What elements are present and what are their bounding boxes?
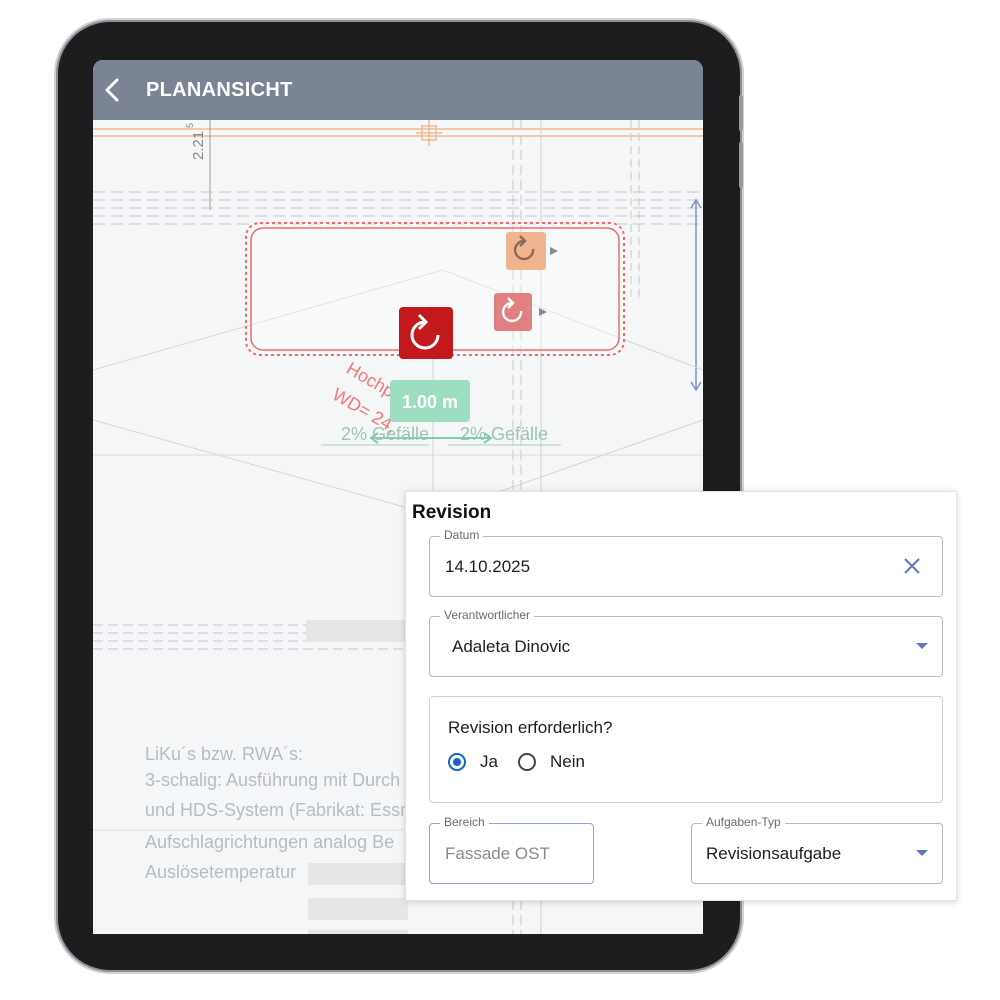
volume-down-button [739,142,743,188]
revision-marker-active[interactable] [399,307,453,359]
verantwortlicher-value: Adaleta Dinovic [452,637,571,656]
bereich-label: Bereich [440,815,489,829]
chevron-left-icon[interactable] [97,74,129,106]
datum-value: 14.10.2025 [445,557,531,576]
datum-label: Datum [440,528,484,542]
radio-unselected-icon[interactable] [518,753,536,771]
radio-nein-label: Nein [550,752,585,771]
dimension-superscript: 5 [185,123,195,128]
chevron-down-icon[interactable] [916,850,928,856]
volume-up-button [739,95,743,131]
measurement-badge[interactable]: 1.00 m [390,380,470,422]
plan-note-4: Aufschlagrichtungen analog Be [145,832,394,852]
slope-label-left: 2% Gefälle [341,424,429,444]
plan-note-2: 3-schalig: Ausführung mit Durch [145,770,400,790]
app-bar: PLANANSICHT [93,60,703,120]
plan-note-5: Auslösetemperatur [145,862,296,882]
verantwortlicher-label: Verantwortlicher [440,608,535,622]
aufgaben-typ-value: Revisionsaufgabe [706,844,842,863]
revision-required-group: Revision erforderlich? Ja Nein [429,696,943,803]
chevron-down-icon[interactable] [916,643,928,649]
radio-selected-icon[interactable] [448,753,466,771]
radio-ja-label: Ja [480,752,498,771]
datum-field[interactable]: Datum 14.10.2025 [429,528,943,597]
measurement-value: 1.00 m [402,392,458,412]
verantwortlicher-select[interactable]: Verantwortlicher Adaleta Dinovic [429,608,943,677]
dimension-label: 2.21 [190,131,207,160]
aufgaben-typ-select[interactable]: Aufgaben-Typ Revisionsaufgabe [691,815,943,884]
plan-note-1: LiKu´s bzw. RWA´s: [145,744,303,764]
radio-nein[interactable]: Nein [518,752,585,772]
slope-label-right: 2% Gefälle [460,424,548,444]
page-title: PLANANSICHT [146,79,293,101]
panel-title: Revision [412,502,492,523]
bereich-placeholder: Fassade OST [445,844,550,863]
bereich-field[interactable]: Bereich Fassade OST [429,815,594,884]
revision-required-question: Revision erforderlich? [448,718,613,737]
radio-ja[interactable]: Ja [448,752,498,772]
plan-note-3: und HDS-System (Fabrikat: Essm [145,800,415,820]
aufgaben-typ-label: Aufgaben-Typ [702,815,785,829]
close-icon[interactable] [900,554,924,578]
